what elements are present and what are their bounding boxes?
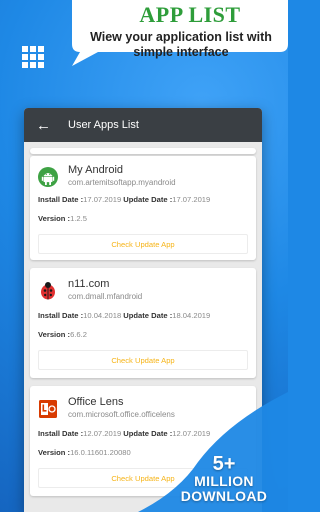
promo-subtitle: Wiew your application list with simple i…: [90, 30, 272, 59]
app-card[interactable]: n11.com com.dmall.mfandroid Install Date…: [30, 268, 256, 378]
download-badge: 5+ MILLION DOWNLOAD: [168, 454, 280, 504]
install-date: 17.07.2019: [83, 195, 122, 204]
version-value: 16.0.11601.20080: [70, 448, 131, 457]
list-item: [30, 148, 256, 154]
update-date: 18.04.2019: [172, 311, 211, 320]
badge-line1: MILLION: [194, 473, 254, 489]
version-row: Version :1.2.5: [38, 214, 87, 223]
version-value: 1.2.5: [70, 214, 87, 223]
dates-row: Install Date :17.07.2019 Update Date :17…: [38, 195, 211, 204]
app-package: com.dmall.mfandroid: [68, 292, 143, 301]
check-update-button[interactable]: Check Update App: [38, 350, 248, 370]
arrow-left-icon[interactable]: ←: [36, 117, 58, 134]
badge-line2: DOWNLOAD: [180, 488, 268, 504]
app-name: My Android: [68, 164, 124, 176]
app-bar-title: User Apps List: [68, 119, 139, 131]
version-row: Version :6.6.2: [38, 330, 87, 339]
app-package: com.artemitsoftapp.myandroid: [68, 178, 176, 187]
badge-number: 5+: [212, 453, 236, 475]
install-date: 10.04.2018: [83, 311, 122, 320]
version-value: 6.6.2: [70, 330, 87, 339]
update-date: 17.07.2019: [172, 195, 211, 204]
app-card[interactable]: My Android com.artemitsoftapp.myandroid …: [30, 156, 256, 260]
office-lens-icon: [39, 400, 57, 418]
check-update-button[interactable]: Check Update App: [38, 234, 248, 254]
app-name: n11.com: [68, 278, 110, 290]
ladybug-icon: [41, 282, 55, 300]
app-bar: ← User Apps List: [24, 108, 262, 142]
install-date: 12.07.2019: [83, 429, 122, 438]
android-robot-icon: [38, 167, 58, 187]
dates-row: Install Date :10.04.2018 Update Date :18…: [38, 311, 211, 320]
grid-icon: [22, 46, 44, 68]
promo-title: APP LIST: [139, 2, 241, 27]
